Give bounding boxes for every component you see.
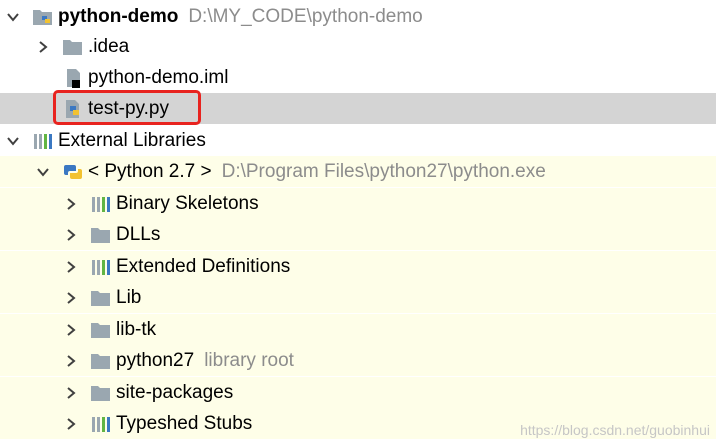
folder-icon xyxy=(90,351,112,371)
folder-icon xyxy=(90,320,112,340)
chevron-right-icon[interactable] xyxy=(64,386,78,400)
tree-node-label: DLLs xyxy=(116,223,161,245)
python-logo-icon xyxy=(62,162,84,182)
sdk-path: D:\Program Files\python27\python.exe xyxy=(221,160,546,182)
chevron-right-icon[interactable] xyxy=(64,323,78,337)
library-icon xyxy=(32,131,54,151)
folder-icon xyxy=(90,225,112,245)
tree-node-test-py-file[interactable]: test-py.py xyxy=(0,93,716,124)
project-name: python-demo xyxy=(58,5,179,27)
tree-node-dlls[interactable]: DLLs xyxy=(0,219,716,250)
tree-node-python-sdk[interactable]: < Python 2.7 > D:\Program Files\python27… xyxy=(0,156,716,187)
tree-node-label: test-py.py xyxy=(88,97,169,119)
chevron-right-icon[interactable] xyxy=(64,417,78,431)
chevron-down-icon[interactable] xyxy=(6,10,20,24)
iml-file-icon xyxy=(62,68,84,88)
project-path: D:\MY_CODE\python-demo xyxy=(188,5,423,27)
tree-node-label: site-packages xyxy=(116,381,234,403)
tree-node-lib[interactable]: Lib xyxy=(0,282,716,313)
tree-node-idea[interactable]: .idea xyxy=(0,31,716,62)
sdk-name: < Python 2.7 > xyxy=(88,160,212,182)
tree-node-label: .idea xyxy=(88,35,130,57)
tree-node-project-root[interactable]: python-demo D:\MY_CODE\python-demo xyxy=(0,1,716,32)
tree-node-external-libraries[interactable]: External Libraries xyxy=(0,125,716,156)
chevron-right-icon[interactable] xyxy=(64,260,78,274)
tree-node-label: python27 xyxy=(116,349,195,371)
tree-node-label: Lib xyxy=(116,286,142,308)
watermark: https://blog.csdn.net/guobinhui xyxy=(520,422,710,438)
folder-icon xyxy=(90,288,112,308)
library-icon xyxy=(90,414,112,434)
chevron-right-icon[interactable] xyxy=(36,40,50,54)
tree-node-iml-file[interactable]: python-demo.iml xyxy=(0,62,716,93)
tree-node-binary-skeletons[interactable]: Binary Skeletons xyxy=(0,188,716,219)
chevron-down-icon[interactable] xyxy=(36,165,50,179)
tree-node-label: python-demo.iml xyxy=(88,66,229,88)
library-icon xyxy=(90,257,112,277)
tree-node-label: Typeshed Stubs xyxy=(116,412,253,434)
tree-node-extended-definitions[interactable]: Extended Definitions xyxy=(0,251,716,282)
tree-node-label: External Libraries xyxy=(58,129,206,151)
chevron-down-icon[interactable] xyxy=(6,134,20,148)
tree-node-label: lib-tk xyxy=(116,318,157,340)
library-root-hint: library root xyxy=(204,349,294,371)
chevron-right-icon[interactable] xyxy=(64,228,78,242)
tree-node-label: Extended Definitions xyxy=(116,255,291,277)
tree-node-python27[interactable]: python27 library root xyxy=(0,345,716,376)
chevron-right-icon[interactable] xyxy=(64,354,78,368)
folder-icon xyxy=(62,37,84,57)
tree-node-site-packages[interactable]: site-packages xyxy=(0,377,716,408)
tree-node-label: Binary Skeletons xyxy=(116,192,259,214)
chevron-right-icon[interactable] xyxy=(64,291,78,305)
library-icon xyxy=(90,194,112,214)
chevron-right-icon[interactable] xyxy=(64,197,78,211)
python-file-icon xyxy=(62,99,84,119)
tree-node-lib-tk[interactable]: lib-tk xyxy=(0,314,716,345)
python-folder-icon xyxy=(32,7,54,27)
project-tree: python-demo D:\MY_CODE\python-demo .idea… xyxy=(0,0,716,446)
folder-icon xyxy=(90,383,112,403)
